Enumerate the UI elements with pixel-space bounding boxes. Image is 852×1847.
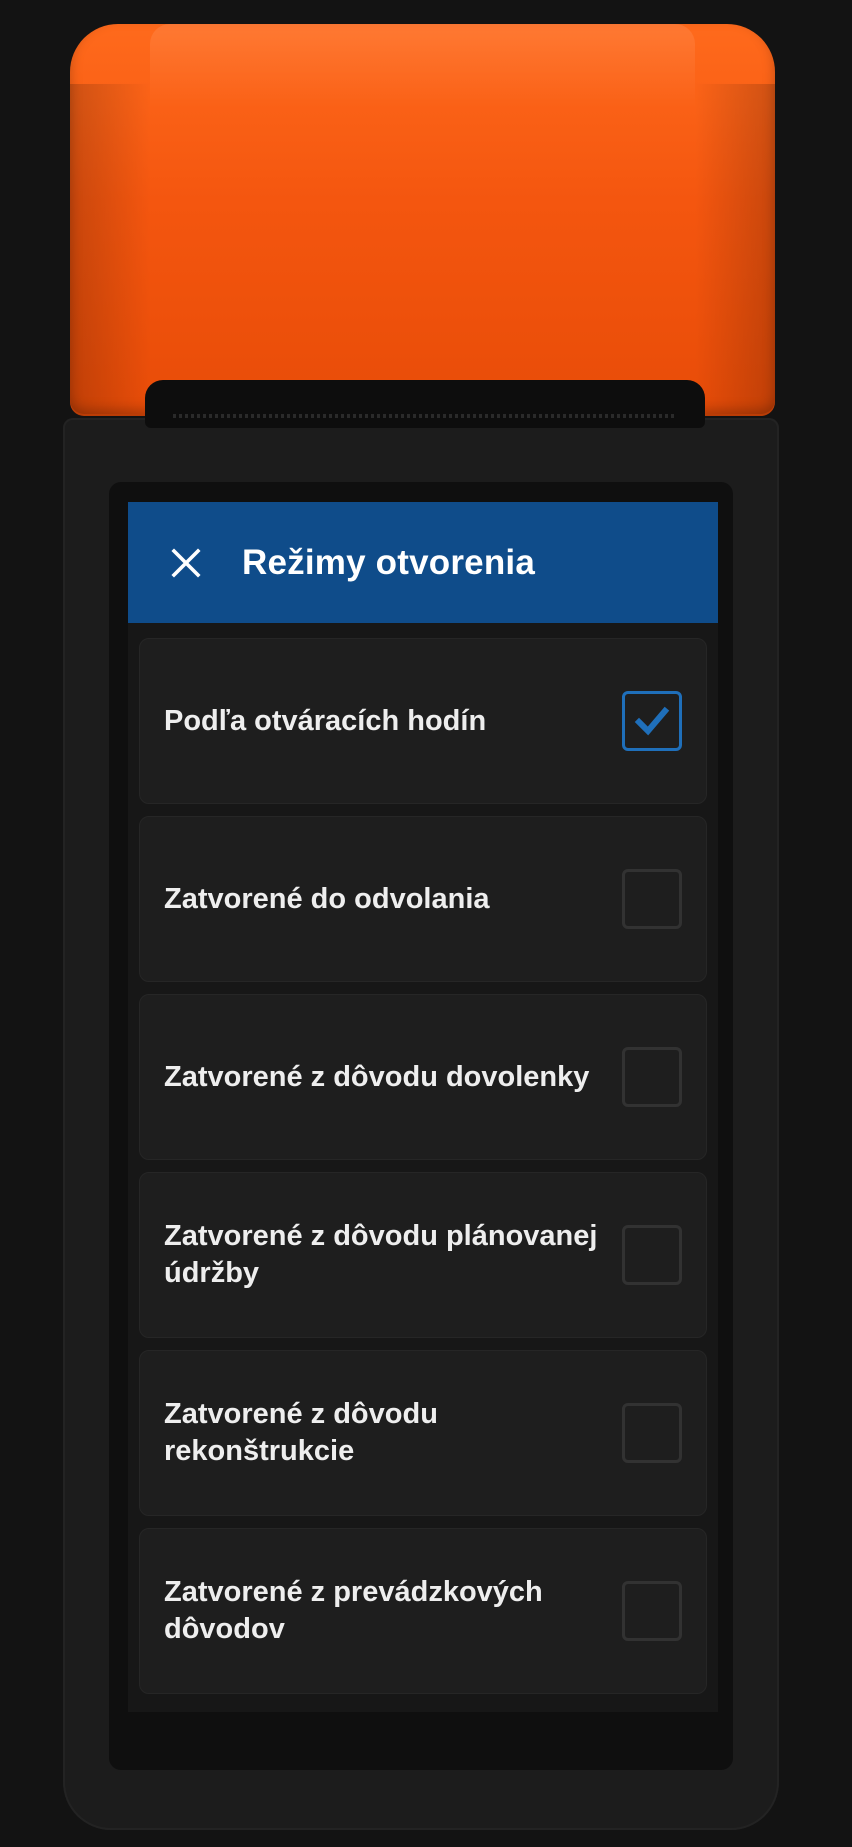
option-label: Podľa otváracích hodín: [164, 704, 487, 737]
option-closed-until-revoked[interactable]: Zatvorené do odvolania: [139, 816, 707, 982]
app-bar: Režimy otvorenia: [128, 502, 718, 623]
option-label: Zatvorené do odvolania: [164, 882, 490, 915]
option-by-opening-hours[interactable]: Podľa otváracích hodín: [139, 638, 707, 804]
option-closed-vacation[interactable]: Zatvorené z dôvodu dovolenky: [139, 994, 707, 1160]
option-label: Zatvorené z prevádzkových dôvodov: [164, 1576, 543, 1645]
check-icon: [634, 706, 670, 736]
paper-slot: [145, 380, 705, 428]
printer-cap-right-facet: [695, 84, 775, 414]
checkbox[interactable]: [622, 1225, 682, 1285]
printer-cap-left-facet: [70, 84, 150, 414]
checkbox[interactable]: [622, 1047, 682, 1107]
screen: Režimy otvorenia Podľa otváracích hodín …: [128, 502, 718, 1712]
checkbox[interactable]: [622, 1403, 682, 1463]
option-closed-reconstruction[interactable]: Zatvorené z dôvodu rekonštrukcie: [139, 1350, 707, 1516]
option-label: Zatvorené z dôvodu dovolenky: [164, 1060, 590, 1093]
option-closed-operational-reasons[interactable]: Zatvorené z prevádzkových dôvodov: [139, 1528, 707, 1694]
checkbox-checked[interactable]: [622, 691, 682, 751]
printer-cap-top: [150, 24, 695, 108]
page-title: Režimy otvorenia: [242, 542, 536, 582]
option-closed-planned-maintenance[interactable]: Zatvorené z dôvodu plánovanej údržby: [139, 1172, 707, 1338]
opening-mode-list: Podľa otváracích hodín Zatvorené do odvo…: [128, 623, 718, 1694]
device-photo: Režimy otvorenia Podľa otváracích hodín …: [0, 0, 852, 1847]
paper-cutter-teeth: [173, 414, 677, 418]
close-icon: [171, 547, 201, 578]
close-button[interactable]: [166, 543, 206, 583]
checkbox[interactable]: [622, 1581, 682, 1641]
printer-cap: [70, 24, 775, 416]
option-label: Zatvorené z dôvodu rekonštrukcie: [164, 1398, 438, 1467]
checkbox[interactable]: [622, 869, 682, 929]
option-label: Zatvorené z dôvodu plánovanej údržby: [164, 1220, 598, 1289]
